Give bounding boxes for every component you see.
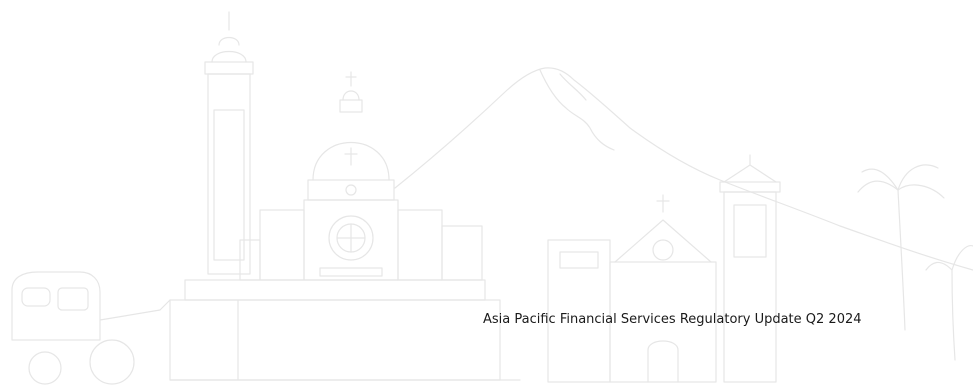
domed-church — [239, 71, 483, 281]
document-title: Asia Pacific Financial Services Regulato… — [483, 312, 862, 327]
bell-tower — [719, 154, 781, 383]
wall-base — [169, 279, 521, 381]
gabled-church — [547, 194, 717, 383]
palm-trees — [857, 164, 973, 361]
document-cover-page: Asia Pacific Financial Services Regulato… — [0, 0, 973, 390]
city-skyline-illustration — [11, 11, 973, 385]
tricycle-vehicle — [11, 271, 171, 385]
minaret-tower — [204, 11, 254, 275]
